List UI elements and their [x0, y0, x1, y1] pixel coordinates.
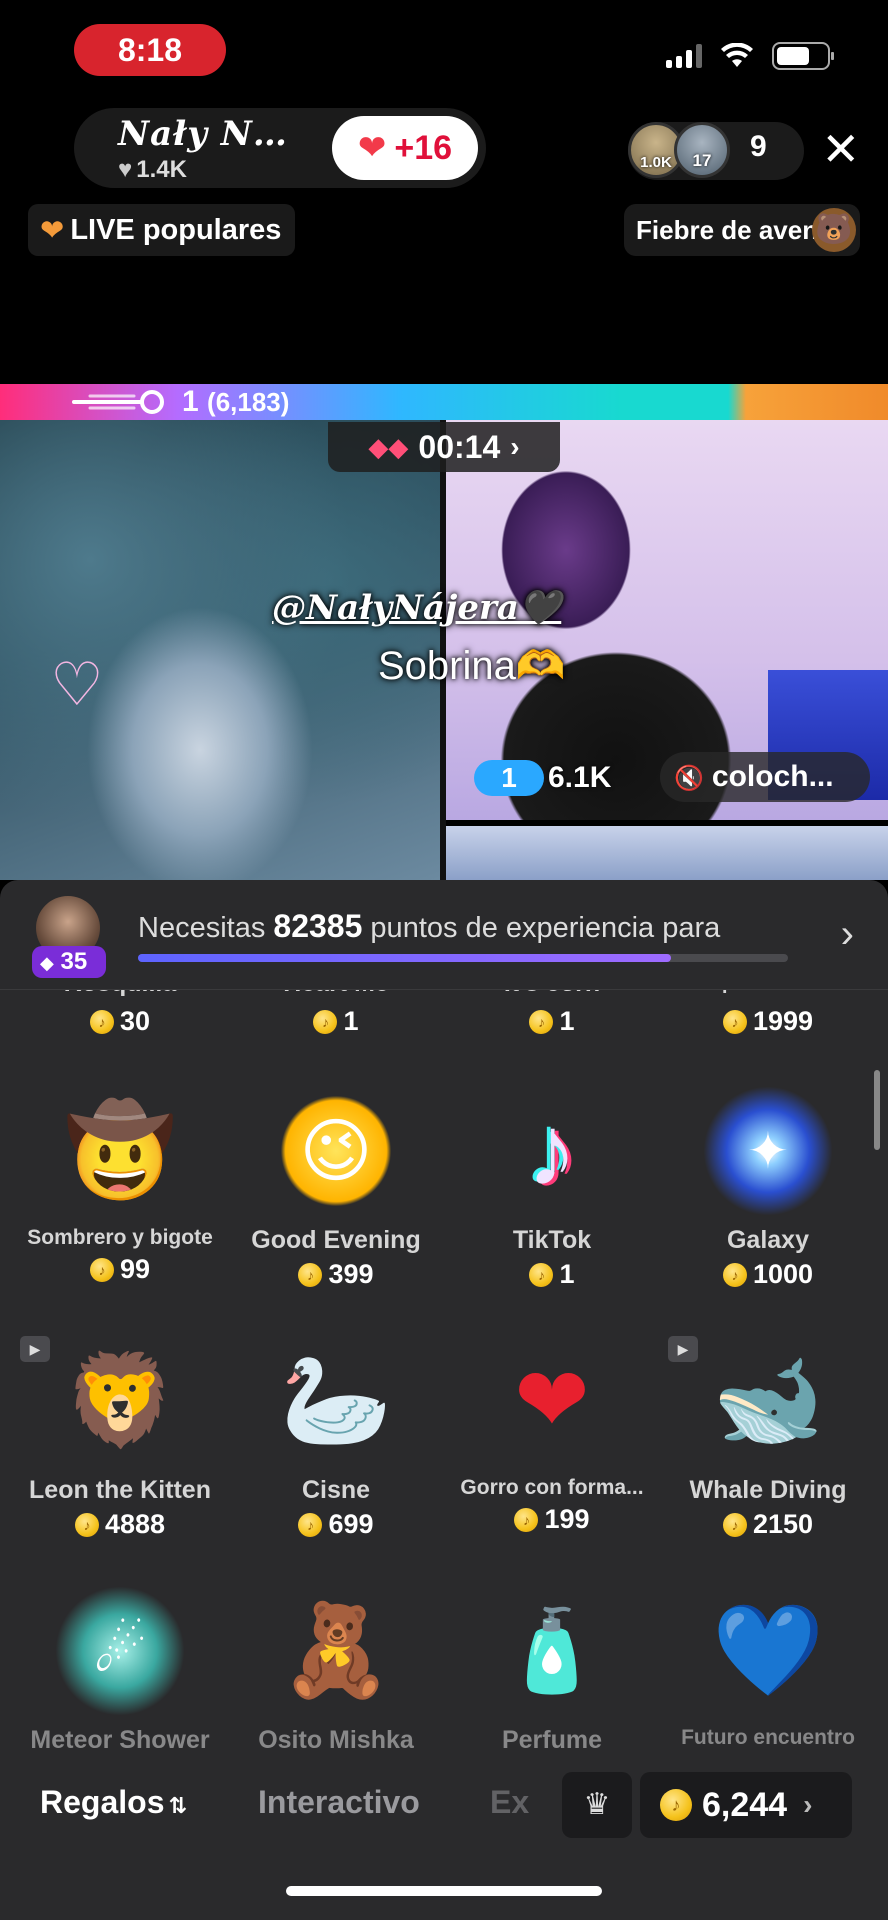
battery-icon	[772, 42, 834, 70]
gift-grid[interactable]: Rosquilla ♪30 Heart Me ♪1 It's corn ♪1 B…	[0, 990, 888, 1750]
gift-item[interactable]: ✦ Galaxy ♪ 1000	[660, 1086, 876, 1290]
level-badge: ◆ 35	[32, 946, 106, 978]
coin-icon: ♪	[298, 1512, 323, 1537]
battle-score: 1 (6,183)	[182, 385, 290, 418]
swan-icon: 🦢	[279, 1351, 393, 1451]
good-evening-icon: 😉	[271, 1086, 401, 1216]
event-banner[interactable]: Fiebre de avent 🐻	[624, 204, 860, 256]
whale-icon: 🐋	[711, 1351, 825, 1451]
swoosh-icon	[72, 390, 164, 414]
gift-item[interactable]: 🦢 Cisne ♪ 699	[228, 1336, 444, 1540]
tiktok-icon: ♪	[527, 1095, 577, 1207]
coin-icon: ♪	[529, 1262, 554, 1287]
chevron-right-icon: ›	[510, 431, 520, 462]
home-indicator[interactable]	[286, 1886, 602, 1896]
gift-item[interactable]: 🤠 Sombrero y bigote ♪ 99	[12, 1086, 228, 1285]
follow-button[interactable]: ❤ +16	[332, 116, 478, 180]
tab-interactive[interactable]: Interactivo	[258, 1784, 420, 1821]
coin-icon: ♪	[89, 1257, 114, 1282]
gift-item[interactable]: ❤ Gorro con forma... ♪ 199	[444, 1336, 660, 1535]
gift-item[interactable]: ▶ 🦁 Leon the Kitten ♪ 4888	[12, 1336, 228, 1540]
scrollbar[interactable]	[874, 1070, 880, 1150]
viewer-count[interactable]: 9	[750, 130, 767, 164]
heart-icon: ❤	[40, 214, 65, 247]
guest-video[interactable]	[446, 826, 888, 880]
overlay-subtitle: Sobrina🫶	[378, 644, 566, 688]
opponent-score: 6.1K	[548, 761, 612, 794]
coin-icon: ♪	[722, 1512, 747, 1537]
sombrero-icon: 🤠	[63, 1101, 177, 1201]
heart-icon: ❤	[357, 129, 387, 167]
coin-icon: ♪	[514, 1507, 539, 1532]
gift-item[interactable]: 😉 Good Evening ♪ 399	[228, 1086, 444, 1290]
heart-doodle-icon: ♡	[50, 651, 104, 718]
coin-icon: ♪	[660, 1789, 692, 1821]
signal-icon	[666, 44, 702, 68]
chevron-right-icon[interactable]: ›	[841, 912, 854, 957]
gift-item[interactable]: Búsqueda de rec… ♪1999	[660, 990, 876, 1037]
bear-icon: 🐻	[812, 208, 856, 252]
host-name[interactable]: Nały N…	[118, 114, 288, 154]
sort-icon: ⇅	[168, 1793, 187, 1818]
coin-icon: ♪	[89, 1009, 114, 1034]
opponent-name[interactable]: 🔇 coloch...	[660, 752, 870, 802]
coin-balance-button[interactable]: ♪ 6,244 ›	[640, 1772, 852, 1838]
coin-icon: ♪	[722, 1262, 747, 1287]
video-gift-icon: ▶	[668, 1336, 698, 1362]
coin-icon: ♪	[298, 1262, 323, 1287]
overlay-handle: @NałyNájera🖤	[272, 588, 562, 628]
experience-progress	[138, 954, 788, 962]
crown-icon: ♛	[583, 1788, 611, 1821]
experience-progress-fill	[138, 954, 671, 962]
wifi-icon	[721, 43, 753, 67]
heart-icon: ♥	[118, 156, 133, 183]
opponent-rank-badge: 1	[474, 760, 544, 796]
experience-text: Necesitas 82385 puntos de experiencia pa…	[138, 908, 721, 944]
host-video[interactable]: ♡	[0, 420, 440, 880]
status-time: 8:18	[74, 24, 226, 76]
gift-item[interactable]: ♪ TikTok ♪ 1	[444, 1086, 660, 1290]
future-meeting-icon: 💙	[711, 1601, 825, 1701]
galaxy-icon: ✦	[703, 1086, 833, 1216]
gift-item[interactable]: It's corn ♪1	[444, 990, 660, 1037]
heart-hat-icon: ❤	[514, 1351, 590, 1451]
diamond-icon: ◆	[40, 953, 54, 973]
video-gift-icon: ▶	[20, 1336, 50, 1362]
close-icon[interactable]: ✕	[821, 124, 860, 174]
gift-item[interactable]: Rosquilla ♪30	[12, 990, 228, 1037]
live-popular-button[interactable]: ❤ LIVE populares	[28, 204, 296, 256]
coin-icon: ♪	[74, 1512, 99, 1537]
tab-gifts[interactable]: Regalos ⇅	[40, 1784, 187, 1821]
lion-icon: 🦁	[63, 1351, 177, 1451]
crown-button[interactable]: ♛	[562, 1772, 632, 1838]
gift-item[interactable]: 🧸 Osito Mishka	[228, 1586, 444, 1750]
gift-item[interactable]: ▶ 🐋 Whale Diving ♪ 2150	[660, 1336, 876, 1540]
host-likes: ♥ 1.4K	[118, 156, 187, 183]
tab-extra[interactable]: Ex	[490, 1784, 529, 1821]
meteor-icon: ☄	[55, 1586, 185, 1716]
gift-item[interactable]: 💙 Futuro encuentro	[660, 1586, 876, 1750]
coin-icon: ♪	[529, 1009, 554, 1034]
gift-item[interactable]: ☄ Meteor Shower	[12, 1586, 228, 1750]
battle-icon: ◆◆	[368, 431, 409, 462]
chevron-right-icon: ›	[803, 1789, 813, 1820]
gift-item[interactable]: 🧴 Perfume	[444, 1586, 660, 1751]
coin-icon: ♪	[313, 1009, 338, 1034]
viewer-avatar[interactable]: 17	[674, 122, 730, 178]
coin-icon: ♪	[722, 1009, 747, 1034]
battle-timer[interactable]: ◆◆ 00:14 ›	[328, 422, 560, 472]
bear-icon: 🧸	[279, 1601, 393, 1701]
perfume-icon: 🧴	[502, 1606, 602, 1695]
gift-item[interactable]: Heart Me ♪1	[228, 990, 444, 1037]
status-icons	[666, 42, 834, 70]
muted-icon: 🔇	[674, 765, 704, 792]
